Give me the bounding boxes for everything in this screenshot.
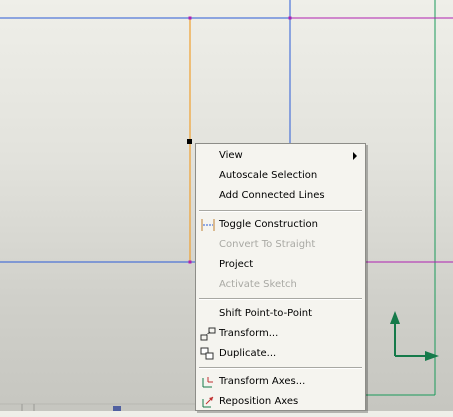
menu-item-reposition-axes[interactable]: Reposition Axes: [196, 392, 365, 412]
sketch-point[interactable]: [188, 16, 192, 20]
menu-item-convert-to-straight[interactable]: Convert To Straight: [196, 235, 365, 255]
menu-item-label: Shift Point-to-Point: [219, 308, 313, 319]
menu-item-label: Autoscale Selection: [219, 170, 318, 181]
reposition-axes-icon: [200, 395, 216, 409]
selected-point[interactable]: [187, 139, 192, 144]
menu-item-label: View: [219, 150, 243, 161]
menu-item-add-connected-lines[interactable]: Add Connected Lines: [196, 186, 365, 206]
sketch-point[interactable]: [288, 16, 292, 20]
menu-item-label: Transform...: [219, 328, 279, 339]
menu-item-activate-sketch[interactable]: Activate Sketch: [196, 275, 365, 295]
status-strip-marker: [113, 406, 121, 411]
menu-item-toggle-construction[interactable]: Toggle Construction: [196, 215, 365, 235]
menu-item-label: Convert To Straight: [219, 239, 316, 250]
menu-item-project[interactable]: Project: [196, 255, 365, 275]
menu-item-autoscale-selection[interactable]: Autoscale Selection: [196, 166, 365, 186]
menu-item-label: Transform Axes...: [219, 376, 306, 387]
menu-item-label: Toggle Construction: [219, 219, 319, 230]
submenu-arrow-icon: [353, 152, 357, 160]
transform-icon: [200, 327, 216, 341]
menu-item-transform[interactable]: Transform...: [196, 324, 365, 344]
menu-item-view[interactable]: View: [196, 146, 365, 166]
transform-axes-icon: [200, 375, 216, 389]
menu-item-label: Project: [219, 259, 254, 270]
menu-item-transform-axes[interactable]: Transform Axes...: [196, 372, 365, 392]
duplicate-icon: [200, 347, 216, 361]
menu-separator: [199, 367, 362, 369]
context-menu: View Autoscale Selection Add Connected L…: [195, 143, 366, 411]
menu-separator: [199, 298, 362, 300]
menu-item-label: Activate Sketch: [219, 279, 297, 290]
sketch-point[interactable]: [188, 260, 192, 264]
construction-line-icon: [200, 218, 216, 232]
menu-item-shift-point-to-point[interactable]: Shift Point-to-Point: [196, 304, 365, 324]
axis-triad-icon[interactable]: [390, 311, 439, 361]
menu-item-duplicate[interactable]: Duplicate...: [196, 344, 365, 364]
menu-item-label: Duplicate...: [219, 348, 277, 359]
menu-item-label: Add Connected Lines: [219, 190, 325, 201]
menu-separator: [199, 210, 362, 212]
menu-item-label: Reposition Axes: [219, 396, 299, 407]
